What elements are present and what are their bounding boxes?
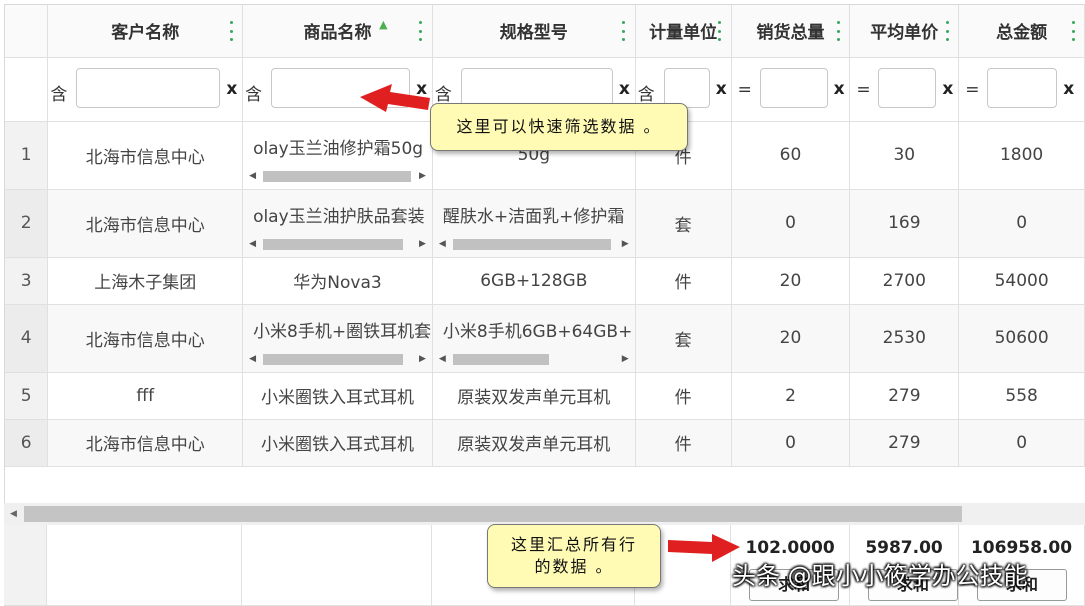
- annotation-arrows: [360, 84, 740, 562]
- filter-tip-callout: 这里可以快速筛选数据 。: [430, 103, 688, 151]
- total-arrow: [668, 534, 740, 562]
- callout-text: 这里汇总所有行: [510, 535, 637, 554]
- watermark-text: 头条 @跟小小筱学办公技能: [732, 562, 1028, 590]
- callout-text: 的数据 。: [534, 557, 614, 576]
- total-tip-callout: 这里汇总所有行 的数据 。: [487, 524, 661, 588]
- callout-text: 这里可以快速筛选数据 。: [456, 117, 662, 136]
- filter-arrow: [360, 84, 430, 112]
